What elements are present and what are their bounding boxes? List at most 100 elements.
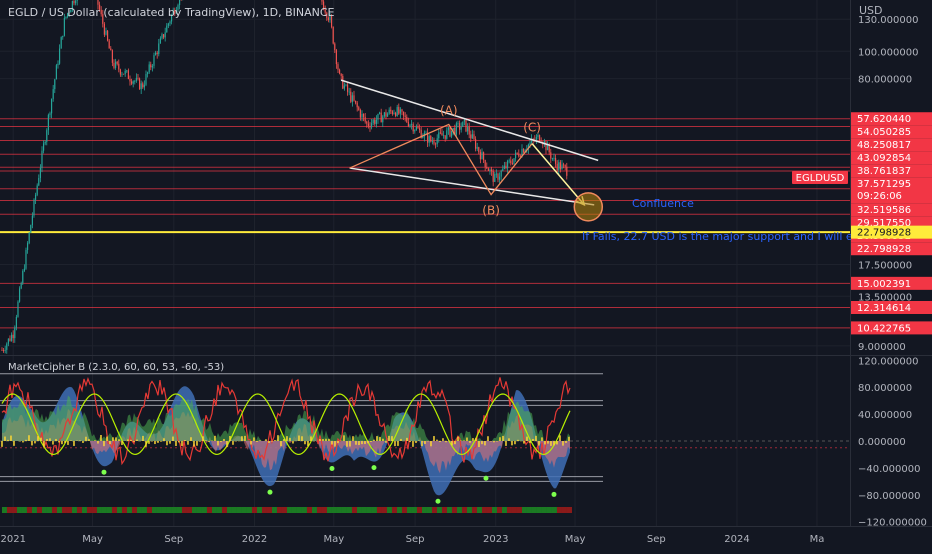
trend-strip-segment — [196, 507, 202, 513]
candle-body — [367, 123, 369, 126]
trend-strip-segment — [241, 507, 247, 513]
time-tick-label: Ma — [810, 534, 825, 545]
candle-body — [6, 343, 8, 350]
candle-body — [457, 123, 459, 125]
candle-body — [380, 112, 382, 123]
candle-body — [20, 283, 22, 289]
trend-strip-segment — [476, 507, 482, 513]
candle-body — [73, 0, 75, 4]
candle-body — [350, 91, 352, 102]
candle-body — [351, 95, 353, 102]
time-tick-label: May — [323, 534, 344, 545]
trend-strip-segment — [526, 507, 532, 513]
trend-strip-segment — [521, 507, 527, 513]
candle-body — [162, 34, 165, 38]
trend-strip-segment — [121, 507, 127, 513]
candle-body — [345, 84, 347, 86]
trend-strip-segment — [371, 507, 377, 513]
price-level-label: 15.002391 — [857, 279, 911, 290]
candle-body — [414, 129, 416, 132]
candle-body — [10, 334, 13, 341]
trend-strip-segment — [126, 507, 132, 513]
candle-body — [108, 40, 110, 49]
candle-body — [145, 73, 147, 85]
candle-body — [505, 165, 507, 169]
wave-a-label[interactable]: (A) — [440, 103, 458, 117]
candle-body — [337, 64, 339, 70]
candle-body — [44, 141, 46, 144]
chart-title[interactable]: EGLD / US Dollar (calculated by TradingV… — [8, 6, 335, 19]
candle-body — [442, 135, 445, 137]
candle-body — [529, 142, 531, 145]
candle-body — [558, 162, 560, 171]
trend-strip-segment — [471, 507, 477, 513]
time-tick-label: Sep — [406, 534, 425, 545]
candle-body — [566, 166, 568, 176]
candle-body — [503, 165, 505, 169]
trend-strip-segment — [206, 507, 212, 513]
candle-body — [412, 124, 414, 132]
candle-body — [537, 135, 539, 137]
trend-strip-segment — [1, 507, 7, 513]
candle-body — [551, 158, 553, 160]
candle-body — [449, 127, 451, 137]
candle-body — [370, 122, 373, 128]
trend-strip-segment — [71, 507, 77, 513]
candle-body — [447, 127, 449, 131]
trend-strip-segment — [431, 507, 437, 513]
trend-strip-segment — [261, 507, 267, 513]
trend-strip-segment — [516, 507, 522, 513]
candle-body — [353, 95, 355, 101]
candle-body — [441, 133, 443, 136]
indicator-tick-label: 120.000000 — [858, 356, 918, 367]
candle-body — [126, 70, 128, 72]
price-level-label: 10.422765 — [857, 323, 911, 334]
confluence-label[interactable]: Confluence — [632, 197, 694, 210]
candle-body — [114, 61, 117, 68]
candle-body — [76, 0, 78, 1]
candle-body — [340, 73, 342, 76]
candle-body — [559, 162, 561, 170]
trend-strip-segment — [231, 507, 237, 513]
chart-canvas[interactable]: EGLD / US Dollar (calculated by TradingV… — [0, 0, 932, 550]
trend-strip-segment — [466, 507, 472, 513]
trading-chart[interactable]: EGLD / US Dollar (calculated by TradingV… — [0, 0, 932, 550]
candle-body — [7, 338, 9, 344]
candle-body — [124, 70, 126, 75]
candle-body — [470, 134, 472, 139]
candle-body — [151, 65, 153, 68]
candle-body — [338, 69, 341, 74]
time-tick-label: Sep — [647, 534, 666, 545]
indicator-tick-label: −120.000000 — [858, 518, 927, 529]
trend-strip-segment — [461, 507, 467, 513]
buy-signal-dot — [483, 475, 489, 481]
price-tick-label: 130.000000 — [858, 15, 918, 26]
candle-body — [58, 48, 61, 64]
candle-body — [134, 80, 136, 82]
price-level-label: 43.092854 — [857, 153, 911, 164]
candle-body — [410, 124, 413, 126]
candle-body — [396, 107, 398, 116]
candle-body — [385, 112, 387, 117]
candle-body — [335, 50, 337, 65]
candle-body — [54, 79, 56, 90]
candle-body — [2, 350, 5, 351]
candle-body — [401, 109, 403, 112]
trend-strip-segment — [381, 507, 387, 513]
confluence-circle[interactable] — [573, 192, 604, 222]
wave-c-label[interactable]: (C) — [523, 121, 541, 135]
trend-strip-segment — [216, 507, 222, 513]
trend-strip-segment — [416, 507, 422, 513]
trend-strip-segment — [61, 507, 67, 513]
support-note[interactable]: If Fails, 22.7 USD is the major support … — [582, 230, 853, 243]
wave-b-label[interactable]: (B) — [482, 204, 500, 218]
candle-body — [502, 168, 504, 171]
trend-strip-segment — [271, 507, 277, 513]
candle-body — [398, 107, 400, 114]
time-tick-label: May — [565, 534, 586, 545]
time-tick-label: Sep — [164, 534, 183, 545]
trend-strip-segment — [21, 507, 27, 513]
indicator-title[interactable]: MarketCipher B (2.3.0, 60, 60, 53, -60, … — [8, 362, 224, 373]
candle-body — [30, 225, 32, 233]
candle-body — [466, 126, 469, 132]
